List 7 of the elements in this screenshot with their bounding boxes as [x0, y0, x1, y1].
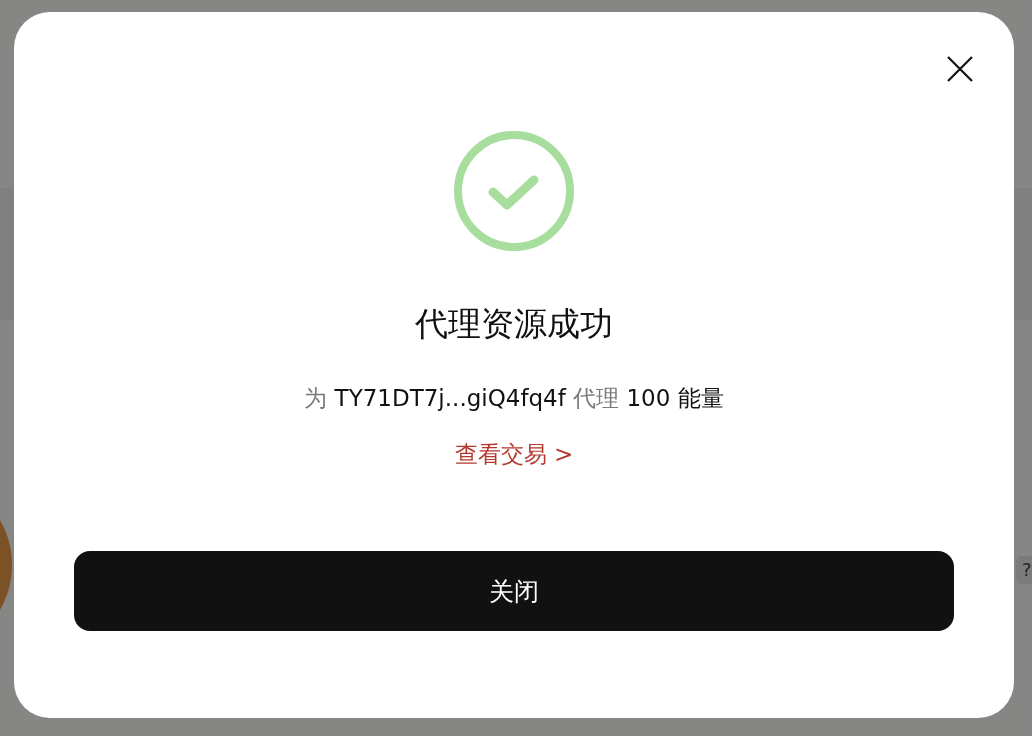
help-badge[interactable]: ?: [1016, 556, 1032, 584]
close-button[interactable]: 关闭: [74, 551, 954, 631]
result-message: 为 TY71DT7j...giQ4fq4f 代理 100 能量: [304, 384, 724, 413]
dialog-title: 代理资源成功: [415, 303, 613, 345]
check-circle-icon: [453, 130, 575, 252]
view-transaction-link[interactable]: 查看交易 >: [454, 439, 574, 469]
close-icon[interactable]: [946, 55, 974, 83]
